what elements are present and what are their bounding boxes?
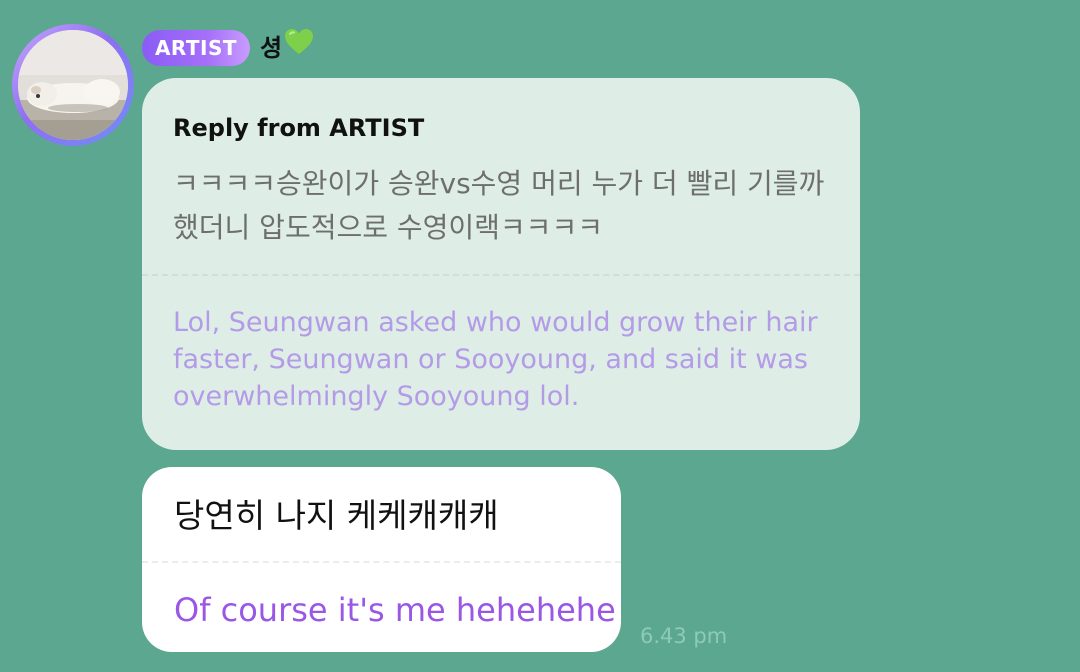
- reply-bubble[interactable]: Reply from ARTIST ㅋㅋㅋㅋ승완이가 승완vs수영 머리 누가 …: [142, 78, 860, 450]
- sender-name-row: 셩: [260, 28, 314, 66]
- sender-name: 셩: [260, 34, 283, 62]
- reply-original-text: ㅋㅋㅋㅋ승완이가 승완vs수영 머리 누가 더 빨리 기를까 했더니 압도적으로…: [173, 167, 825, 244]
- sleeping-dog-photo: [18, 30, 128, 140]
- message-original-text: 당연히 나지 케케캐캐캐: [174, 496, 499, 535]
- message-bubble[interactable]: 당연히 나지 케케캐캐캐 Of course it's me hehehehe: [142, 467, 621, 652]
- green-heart-icon: [284, 28, 314, 66]
- avatar[interactable]: [12, 24, 134, 146]
- reply-header: Reply from ARTIST: [173, 114, 425, 142]
- message-divider: [142, 561, 621, 563]
- message-timestamp: 6.43 pm: [640, 624, 728, 648]
- message-translation-text: Of course it's me hehehehe: [174, 591, 616, 629]
- reply-translation-text: Lol, Seungwan asked who would grow their…: [173, 307, 818, 412]
- artist-badge: ARTIST: [142, 30, 250, 66]
- reply-divider: [142, 274, 860, 276]
